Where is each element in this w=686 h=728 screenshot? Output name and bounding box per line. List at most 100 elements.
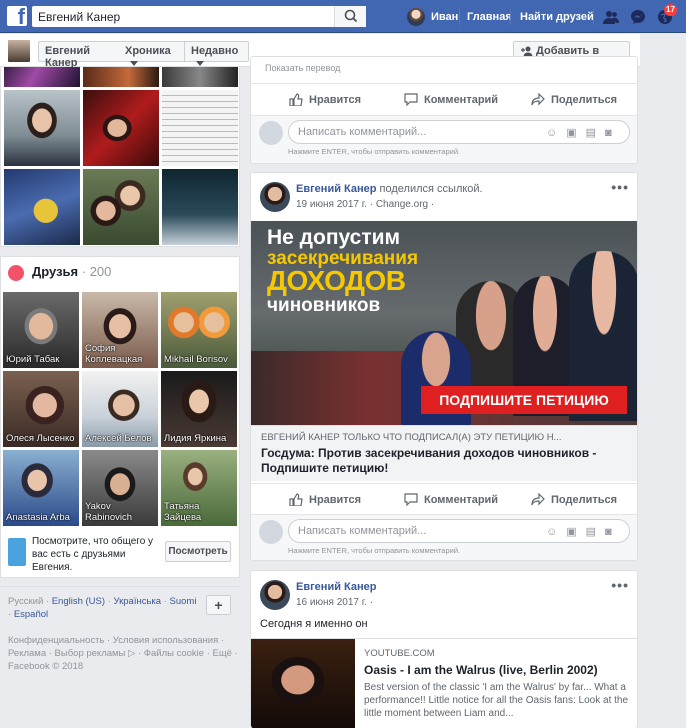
notifications-badge: 17 [664, 4, 677, 16]
sticker-icon[interactable]: ◙ [605, 127, 621, 139]
comment-button[interactable]: Комментарий [404, 493, 498, 506]
sticker-icon[interactable]: ◙ [605, 526, 621, 538]
gif-icon[interactable]: ▤ [586, 526, 605, 538]
language-link[interactable]: Español [14, 609, 48, 620]
friend-tile[interactable]: Лидия Яркина [161, 371, 237, 447]
banner-line4: чиновников [267, 295, 381, 316]
author-avatar[interactable] [260, 182, 290, 212]
friend-name[interactable]: Лидия Яркина [164, 433, 226, 444]
friend-name[interactable]: София Коплевацкая [85, 343, 158, 365]
photo-thumbnail[interactable] [4, 67, 80, 87]
chevron-down-icon [130, 60, 138, 66]
link-title[interactable]: Госдума: Против засекречивания доходов ч… [261, 446, 621, 476]
find-friends-link[interactable]: Найти друзей [520, 11, 594, 23]
share-icon [531, 493, 545, 506]
more-options-icon[interactable]: ••• [611, 179, 629, 195]
photo-thumbnail[interactable] [162, 169, 238, 245]
share-button[interactable]: Поделиться [531, 93, 617, 106]
friend-name[interactable]: Yakov Rabinovich [85, 501, 158, 523]
comment-area: Написать комментарий... ☺▣▤◙ Нажмите ENT… [251, 115, 637, 163]
language-link[interactable]: Українська [113, 596, 161, 607]
emoji-icon[interactable]: ☺ [546, 526, 566, 538]
link-source: ЕВГЕНИЙ КАНЕР ТОЛЬКО ЧТО ПОДПИСАЛ(А) ЭТУ… [261, 432, 562, 443]
friend-tile[interactable]: Юрий Табак [3, 292, 79, 368]
video-source: YOUTUBE.COM [364, 648, 435, 659]
friend-tile[interactable]: Алексей Белов [82, 371, 158, 447]
timeline-label: Хроника [125, 45, 171, 57]
comment-label: Комментарий [424, 93, 499, 106]
recent-dropdown[interactable]: Недавно [185, 41, 249, 66]
camera-icon[interactable]: ▣ [566, 526, 585, 538]
post-date[interactable]: 19 июня 2017 г. · Change.org · [296, 199, 434, 210]
footer-line[interactable]: Реклама · Выбор рекламы ▷ · Файлы cookie… [8, 648, 238, 659]
copyright: Facebook © 2018 [8, 660, 240, 673]
friend-name[interactable]: Олеся Лысенко [6, 433, 75, 444]
photo-thumbnail[interactable] [83, 169, 159, 245]
photo-thumbnail[interactable] [4, 169, 80, 245]
photo-thumbnail[interactable] [4, 90, 80, 166]
profile-avatar-thumb[interactable] [8, 40, 30, 62]
user-avatar[interactable] [407, 8, 425, 26]
messenger-icon[interactable] [630, 9, 646, 25]
photo-thumbnail[interactable] [83, 67, 159, 87]
post-cut-text[interactable]: Показать перевод [265, 63, 340, 73]
friend-name[interactable]: Anastasia Arba [6, 512, 70, 523]
comment-button[interactable]: Комментарий [404, 93, 498, 106]
petition-banner[interactable]: Не допустим засекречивания ДОХОДОВ чинов… [251, 221, 637, 425]
photo-thumbnail[interactable] [83, 90, 159, 166]
share-icon [531, 93, 545, 106]
share-button[interactable]: Поделиться [531, 493, 617, 506]
friend-tile[interactable]: София Коплевацкая [82, 292, 158, 368]
post-date[interactable]: 16 июня 2017 г. · [296, 597, 373, 608]
facebook-logo-icon[interactable]: f [7, 6, 27, 26]
photo-thumbnail[interactable] [162, 90, 238, 166]
mutual-friends-text: Посмотрите, что общего у вас есть с друз… [32, 536, 154, 573]
add-language-button[interactable]: + [206, 595, 231, 615]
banner-line1: Не допустим [267, 226, 401, 249]
friend-tile[interactable]: Олеся Лысенко [3, 371, 79, 447]
like-button[interactable]: Нравится [289, 493, 361, 506]
search-input[interactable]: Евгений Канер [32, 6, 366, 27]
youtube-preview[interactable]: YOUTUBE.COM Oasis - I am the Walrus (liv… [251, 638, 637, 728]
friend-requests-icon[interactable] [603, 9, 619, 25]
home-link[interactable]: Главная [467, 11, 512, 23]
search-icon [344, 9, 358, 23]
friend-tile[interactable]: Mikhail Borisov [161, 292, 237, 368]
friends-section-title[interactable]: Друзья · 200 [32, 264, 111, 279]
footer-links[interactable]: Реклама · Выбор рекламы ▷ · Файлы cookie… [8, 647, 240, 660]
language-link[interactable]: Русский [8, 596, 43, 607]
profile-name-button[interactable]: Евгений Канер [38, 41, 120, 69]
friends-title[interactable]: Друзья [32, 264, 78, 279]
camera-icon[interactable]: ▣ [566, 127, 585, 139]
gif-icon[interactable]: ▤ [586, 127, 605, 139]
link-preview[interactable]: ЕВГЕНИЙ КАНЕР ТОЛЬКО ЧТО ПОДПИСАЛ(А) ЭТУ… [251, 425, 637, 481]
author-avatar[interactable] [260, 580, 290, 610]
language-link[interactable]: English (US) [52, 596, 105, 607]
friend-tile[interactable]: Yakov Rabinovich [82, 450, 158, 526]
profile-link[interactable]: Иван [431, 11, 458, 23]
friend-name[interactable]: Алексей Белов [85, 433, 152, 444]
author-link[interactable]: Евгений Канер [296, 183, 376, 195]
friend-tile[interactable]: Anastasia Arba [3, 450, 79, 526]
friend-name[interactable]: Татьяна Зайцева [164, 501, 237, 523]
enter-hint: Нажмите ENTER, чтобы отправить комментар… [288, 546, 461, 555]
photos-card [0, 67, 240, 247]
view-mutual-button[interactable]: Посмотреть [165, 541, 231, 562]
footer-links[interactable]: Конфиденциальность · Условия использован… [8, 634, 240, 647]
emoji-icon[interactable]: ☺ [546, 127, 566, 139]
like-label: Нравится [309, 493, 362, 506]
friend-name[interactable]: Юрий Табак [6, 354, 59, 365]
timeline-dropdown[interactable]: Хроника [119, 41, 185, 66]
photo-thumbnail[interactable] [162, 67, 238, 87]
language-link[interactable]: Suomi [170, 596, 197, 607]
footer-line[interactable]: Конфиденциальность · Условия использован… [8, 635, 224, 646]
friend-name[interactable]: Mikhail Borisov [164, 354, 228, 365]
like-button[interactable]: Нравится [289, 93, 361, 106]
video-thumbnail[interactable] [251, 639, 355, 728]
friend-tile[interactable]: Татьяна Зайцева [161, 450, 237, 526]
video-title[interactable]: Oasis - I am the Walrus (live, Berlin 20… [364, 663, 598, 677]
search-button[interactable] [334, 6, 366, 27]
like-icon [289, 493, 303, 506]
more-options-icon[interactable]: ••• [611, 577, 629, 593]
author-link[interactable]: Евгений Канер [296, 581, 376, 593]
